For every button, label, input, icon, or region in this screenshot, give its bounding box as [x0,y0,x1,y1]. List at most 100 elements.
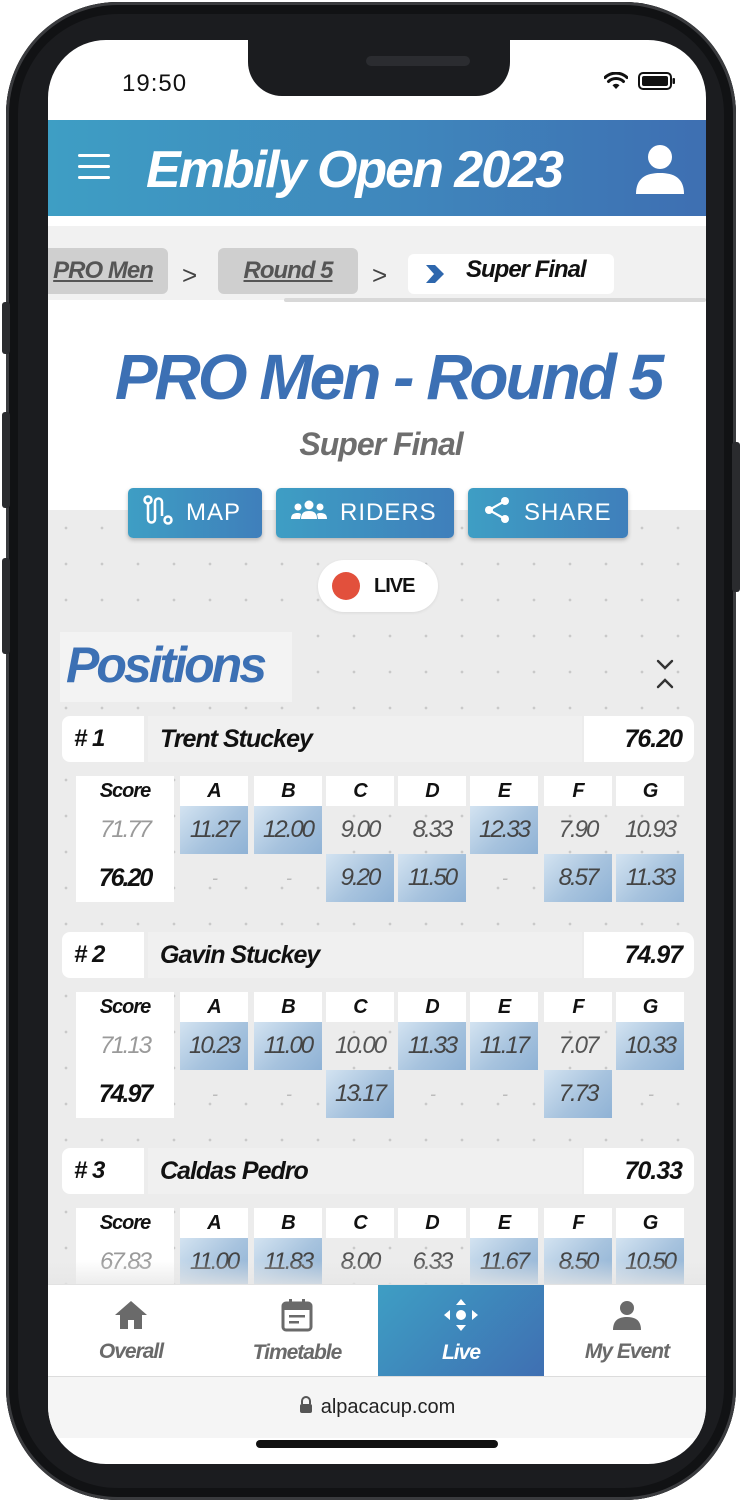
breadcrumb-scrollbar[interactable] [284,298,706,302]
chevron-right-icon [424,264,446,284]
nav-item-overall[interactable]: Overall [48,1285,214,1377]
rider-total: 70.33 [584,1148,694,1194]
run-score: - [286,867,292,888]
run-score: 11.27 [180,806,248,854]
score-column-header: D [398,1208,466,1238]
score-column-header: C [326,776,394,806]
run-score: 10.33 [616,1022,684,1070]
move-arrows-icon [443,1298,479,1337]
run-score: 12.00 [254,806,322,854]
speaker [366,56,470,66]
live-indicator: LIVE [318,560,438,612]
run-score: 11.33 [616,854,684,902]
previous-score: 71.77 [99,816,152,843]
run-score: - [502,867,508,888]
run-score: 13.17 [326,1070,394,1118]
previous-score: 71.13 [99,1032,152,1059]
group-icon [290,498,328,529]
volume-down-button [2,558,10,654]
score-column-header: G [616,992,684,1022]
score-column-header: F [544,776,612,806]
power-button [732,442,740,592]
run-score: 10.00 [334,1032,387,1059]
score-column-header: E [470,776,538,806]
breadcrumb-current-label: Super Final [466,256,587,283]
rider-row[interactable]: # 1 Trent Stuckey 76.20 [62,716,694,762]
browser-url-bar[interactable]: alpacacup.com [48,1376,706,1438]
rider-row[interactable]: # 2 Gavin Stuckey 74.97 [62,932,694,978]
breadcrumb-separator: > [372,260,388,290]
rider-total: 76.20 [584,716,694,762]
score-column-header: Score [76,992,174,1022]
calendar-icon [281,1298,313,1337]
map-button[interactable]: MAP [128,488,262,538]
run-score: 11.50 [398,854,466,902]
run-score: - [430,1083,436,1104]
total-score: 76.20 [98,863,154,892]
collapse-toggle-icon[interactable] [654,658,676,690]
score-column-header: B [254,1208,322,1238]
score-column-header: E [470,1208,538,1238]
menu-icon[interactable] [78,154,110,180]
run-score: 8.33 [412,816,454,843]
score-column-header: A [180,776,248,806]
share-button[interactable]: SHARE [468,488,628,538]
score-column-header: A [180,1208,248,1238]
lock-icon [299,1396,313,1419]
score-column-header: Score [76,776,174,806]
wifi-icon [604,72,628,90]
nav-item-timetable[interactable]: Timetable [214,1285,380,1377]
browser-url: alpacacup.com [320,1396,456,1418]
app-header: Embily Open 2023 [48,120,706,216]
live-dot-icon [332,572,360,600]
rider-row[interactable]: # 3 Caldas Pedro 70.33 [62,1148,694,1194]
rider-rank: # 1 [62,716,144,762]
run-score: - [212,1083,218,1104]
content-fade [48,1260,706,1286]
app-title: Embily Open 2023 [146,141,564,199]
run-score: 9.20 [326,854,394,902]
nav-item-my-event[interactable]: My Event [544,1285,706,1377]
run-score: - [648,1083,654,1104]
breadcrumb-item-round-5[interactable]: Round 5 [218,248,358,294]
screen: 19:50 Embily Open 2023 PRO Men > Round 5… [48,40,706,1464]
score-column-header: B [254,776,322,806]
total-score: 74.97 [98,1079,154,1108]
rider-name: Trent Stuckey [148,716,582,762]
positions-title: Positions [66,637,267,693]
share-button-label: SHARE [524,499,612,526]
nav-label-live: Live [441,1340,481,1364]
nav-label-timetable: Timetable [252,1340,343,1364]
breadcrumb-item-pro-men[interactable]: PRO Men [48,248,168,294]
score-column-header: F [544,992,612,1022]
map-button-label: MAP [186,499,242,526]
run-score: - [286,1083,292,1104]
rider-rank: # 3 [62,1148,144,1194]
nav-item-live[interactable]: Live [378,1285,544,1377]
nav-label-my-event: My Event [584,1339,670,1363]
home-icon [113,1299,149,1336]
battery-icon [638,72,676,90]
breadcrumb-separator: > [182,260,198,290]
riders-button[interactable]: RIDERS [276,488,454,538]
run-score: 7.90 [558,816,600,843]
score-column-header: E [470,992,538,1022]
run-score: 10.23 [180,1022,248,1070]
phone-frame: 19:50 Embily Open 2023 PRO Men > Round 5… [2,2,740,1500]
run-score: 7.73 [544,1070,612,1118]
run-score: - [212,867,218,888]
person-icon [611,1299,643,1336]
score-column-header: D [398,992,466,1022]
user-icon[interactable] [632,142,688,196]
run-score: 11.33 [398,1022,466,1070]
run-score: 11.00 [254,1022,322,1070]
rider-total: 74.97 [584,932,694,978]
rider-name: Caldas Pedro [148,1148,582,1194]
score-column-header: D [398,776,466,806]
score-column-header: C [326,1208,394,1238]
run-score: 7.07 [558,1032,600,1059]
home-indicator [256,1440,498,1448]
page-subtitle: Super Final [299,426,463,462]
volume-up-button [2,412,10,508]
silent-switch [2,302,10,354]
